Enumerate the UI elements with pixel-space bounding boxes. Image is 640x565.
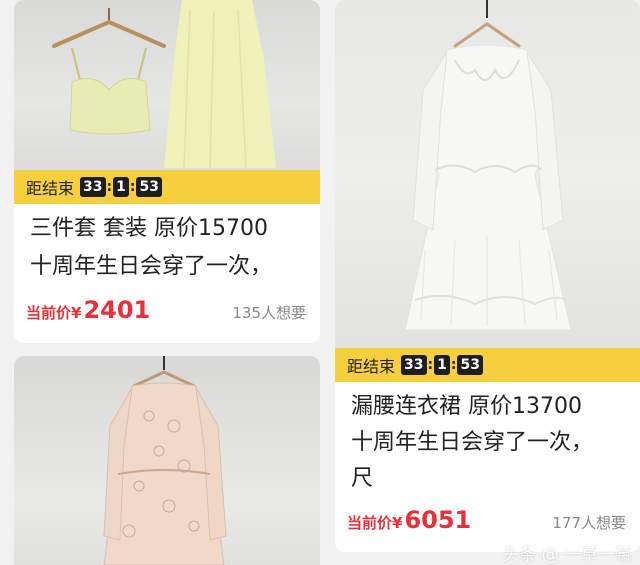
current-price: 2401 — [83, 296, 151, 324]
clothing-image — [404, 0, 572, 331]
listing-card-set[interactable]: 距结束 33 : 1 : 53 三件套 套装 原价15700 十周年生日会穿了一… — [14, 0, 320, 343]
listing-description-cont[interactable]: 尺 — [351, 464, 632, 494]
want-count: 135人想要 — [232, 304, 306, 322]
product-photo[interactable] — [14, 0, 320, 170]
countdown-seconds: 53 — [457, 355, 483, 375]
countdown-bar: 距结束 33 : 1 : 53 — [14, 170, 320, 204]
countdown-label: 距结束 — [347, 357, 396, 376]
current-price: 6051 — [404, 506, 472, 534]
current-price-label: 当前价¥ — [26, 304, 82, 322]
countdown-minutes: 1 — [113, 177, 129, 197]
current-price-label: 当前价¥ — [347, 514, 403, 532]
countdown-hours: 33 — [401, 355, 427, 375]
countdown-hours: 33 — [80, 177, 106, 197]
countdown-label: 距结束 — [26, 179, 75, 198]
listing-description[interactable]: 十周年生日会穿了一次， — [30, 252, 312, 282]
product-photo[interactable] — [335, 0, 640, 348]
listing-title[interactable]: 漏腰连衣裙 原价13700 — [351, 392, 632, 422]
listing-card-lace-dress[interactable] — [14, 356, 320, 565]
clothing-image — [103, 356, 227, 565]
product-photo[interactable] — [14, 356, 320, 565]
want-count: 177人想要 — [552, 514, 626, 532]
countdown-bar: 距结束 33 : 1 : 53 — [335, 348, 640, 382]
countdown-seconds: 53 — [136, 177, 162, 197]
price-row: 当前价¥ 2401 135人想要 — [26, 296, 306, 324]
watermark: 头条 @ 一草一莓 — [502, 545, 632, 565]
listing-title[interactable]: 三件套 套装 原价15700 — [30, 214, 312, 244]
clothing-image — [52, 0, 276, 169]
price-row: 当前价¥ 6051 177人想要 — [347, 506, 626, 534]
listing-card-dress[interactable]: 距结束 33 : 1 : 53 漏腰连衣裙 原价13700 十周年生日会穿了一次… — [335, 0, 640, 552]
countdown-minutes: 1 — [434, 355, 450, 375]
listing-description[interactable]: 十周年生日会穿了一次， — [351, 428, 632, 458]
